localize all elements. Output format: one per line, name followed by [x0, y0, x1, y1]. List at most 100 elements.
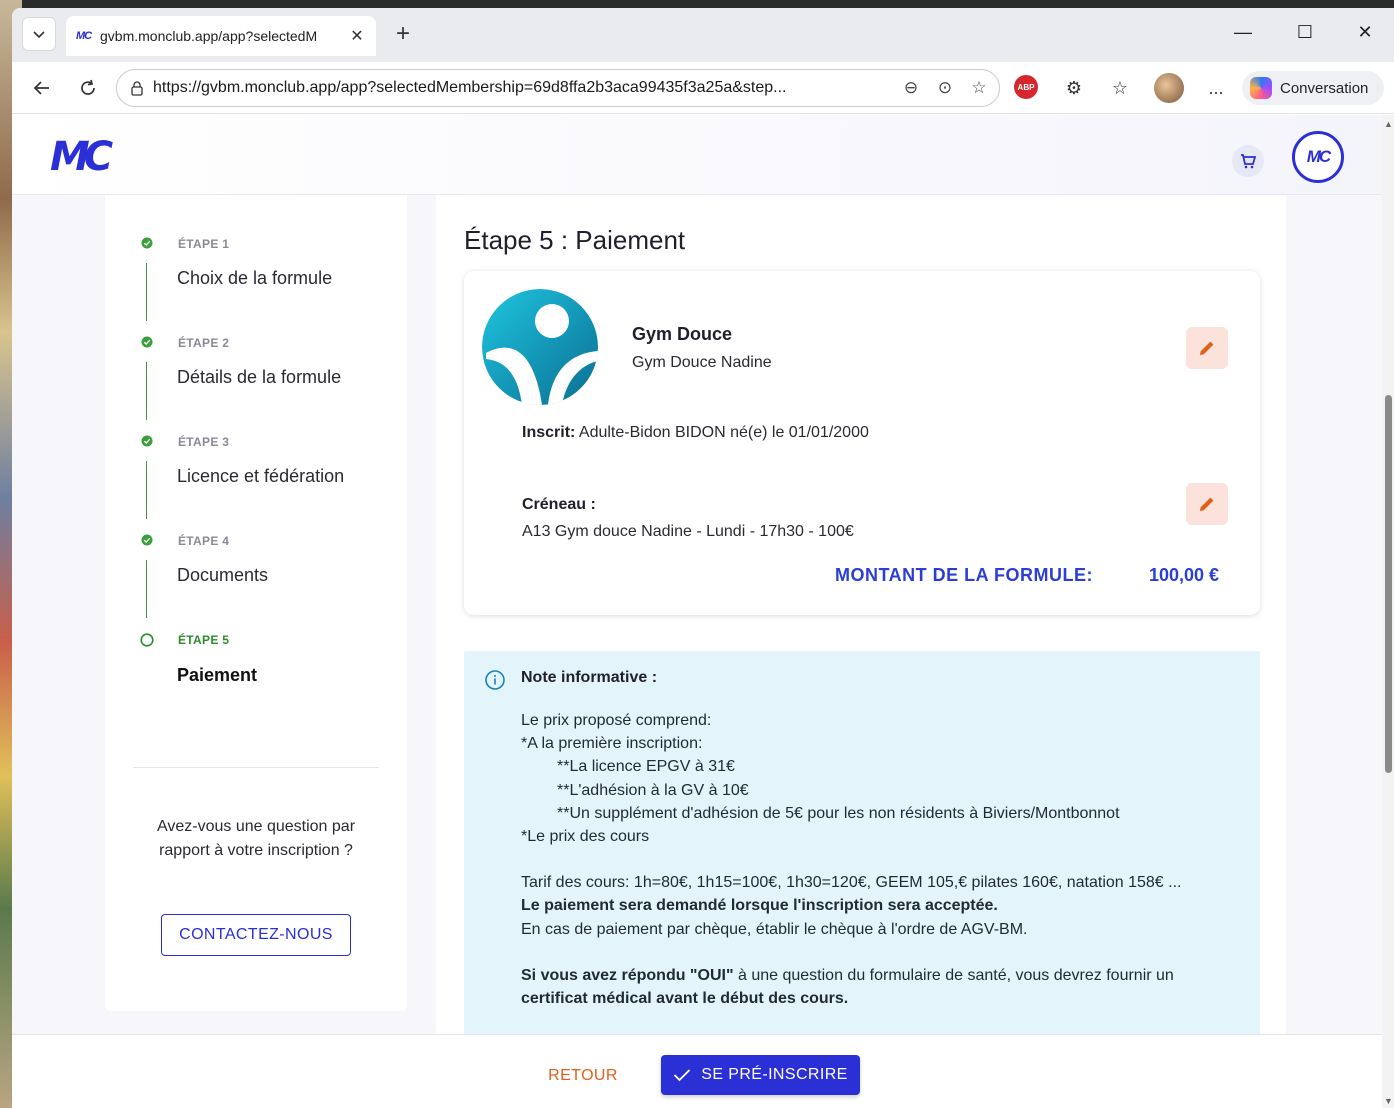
extensions-puzzle-icon[interactable]: ⚙ [1060, 74, 1088, 102]
divider [133, 767, 379, 768]
favorites-list-icon[interactable]: ☆ [1106, 74, 1134, 102]
page-scrollbar[interactable]: ▲ ▼ [1382, 115, 1394, 1108]
edit-slot-button[interactable] [1186, 483, 1228, 525]
note-title: Note informative : [521, 669, 658, 686]
info-note: Note informative : Le prix proposé compr… [464, 651, 1260, 1039]
url-text: https://gvbm.monclub.app/app?selectedMem… [153, 79, 787, 96]
tab-list-button[interactable] [22, 17, 56, 51]
note-bold-text: Si vous avez répondu "OUI" [521, 966, 734, 984]
copilot-icon [1250, 77, 1272, 99]
browser-toolbar: https://gvbm.monclub.app/app?selectedMem… [12, 62, 1394, 114]
check-circle-icon [141, 336, 153, 348]
favorite-star-icon[interactable]: ☆ [967, 76, 991, 100]
note-line: En cas de paiement par chèque, établir l… [521, 920, 1028, 938]
pre-register-button[interactable]: SE PRÉ-INSCRIRE [661, 1055, 860, 1095]
gym-douce-logo [482, 289, 598, 405]
more-menu-icon[interactable]: ... [1202, 74, 1230, 102]
copilot-label: Conversation [1280, 79, 1369, 97]
check-icon [674, 1069, 691, 1082]
note-body: Le prix proposé comprend: *A la première… [521, 709, 1241, 1010]
help-question: Avez-vous une question par rapport à vot… [156, 818, 356, 859]
contact-us-button[interactable]: CONTACTEZ-NOUS [161, 914, 351, 956]
step-label: Détails de la formule [177, 367, 342, 387]
chevron-down-icon [33, 31, 45, 39]
note-line: *A la première inscription: [521, 735, 703, 753]
browser-tab-active[interactable]: MC gvbm.monclub.app/app?selectedM ✕ [66, 16, 376, 56]
check-circle-icon [141, 435, 153, 447]
step-label: Documents [177, 565, 269, 585]
current-step-circle-icon [140, 633, 154, 647]
monclub-logo[interactable]: MC [50, 137, 113, 177]
tab-close-icon[interactable]: ✕ [348, 26, 366, 46]
step-tag: ÉTAPE 2 [178, 336, 230, 350]
lock-icon[interactable] [129, 80, 145, 96]
user-avatar[interactable] [1154, 73, 1184, 103]
formula-summary-card: Gym Douce Gym Douce Nadine Inscrit: Adul… [464, 271, 1260, 615]
page-viewport: MC MC ÉTAPE 1 Choix de la formule ÉTAPE … [12, 115, 1382, 1108]
note-line: certificat médical avant le début des co… [521, 990, 849, 1008]
check-circle-icon [141, 237, 153, 249]
note-spacer [521, 848, 1241, 871]
step-tag: ÉTAPE 3 [178, 435, 230, 449]
slot-value: A13 Gym douce Nadine - Lundi - 17h30 - 1… [522, 523, 854, 540]
step-tag: ÉTAPE 5 [178, 633, 230, 647]
close-window-icon[interactable]: ✕ [1350, 22, 1380, 43]
main-content: Étape 5 : Paiement Gym Douce Gym Douce N… [436, 195, 1286, 1051]
action-bar: RETOUR SE PRÉ-INSCRIRE [12, 1034, 1382, 1108]
edit-formula-button[interactable] [1186, 327, 1228, 369]
back-button[interactable]: RETOUR [542, 1057, 624, 1095]
total-label: MONTANT DE LA FORMULE: [835, 565, 1093, 585]
registrant-label: Inscrit: [522, 424, 576, 441]
browser-window: MC gvbm.monclub.app/app?selectedM ✕ + — … [12, 8, 1394, 1108]
step-connector [146, 263, 147, 321]
activity-name: Gym Douce [632, 324, 733, 344]
zoom-out-icon[interactable]: ⊖ [899, 76, 923, 100]
new-tab-button[interactable]: + [388, 20, 418, 48]
registrant-value: Adulte-Bidon BIDON né(e) le 01/01/2000 [578, 424, 869, 441]
address-bar[interactable]: https://gvbm.monclub.app/app?selectedMem… [116, 69, 1000, 107]
check-circle-icon [141, 534, 153, 546]
note-line: *Le prix des cours [521, 828, 650, 846]
step-label: Choix de la formule [177, 268, 333, 288]
step-tag: ÉTAPE 4 [178, 534, 230, 548]
adblock-extension-icon[interactable]: ABP [1014, 75, 1038, 99]
scroll-thumb[interactable] [1385, 395, 1392, 773]
app-header: MC MC [12, 115, 1382, 195]
note-line: Tarif des cours: 1h=80€, 1h15=100€, 1h30… [521, 874, 1182, 892]
step-label: Licence et fédération [177, 466, 345, 486]
note-line: Le prix proposé comprend: [521, 712, 712, 729]
back-arrow-icon[interactable] [28, 74, 56, 102]
step-connector [146, 560, 147, 618]
note-line: Le paiement sera demandé lorsque l'inscr… [521, 897, 998, 915]
cart-button[interactable] [1232, 145, 1264, 177]
maximize-icon[interactable]: ☐ [1290, 22, 1320, 43]
note-text: à une question du formulaire de santé, v… [733, 966, 1174, 984]
copilot-conversation-button[interactable]: Conversation [1242, 71, 1384, 105]
note-line: **Un supplément d'adhésion de 5€ pour le… [557, 804, 1120, 822]
tab-bar: MC gvbm.monclub.app/app?selectedM ✕ + — … [12, 8, 1394, 62]
site-favicon-icon: MC [76, 30, 92, 42]
reload-icon[interactable] [74, 74, 102, 102]
minimize-icon[interactable]: — [1228, 22, 1258, 43]
step-label: Paiement [177, 665, 258, 685]
scroll-down-arrow-icon[interactable]: ▼ [1384, 1096, 1393, 1106]
address-bar-actions: ⊖ ⊙ ☆ [899, 76, 991, 100]
registrant-info: Inscrit: Adulte-Bidon BIDON né(e) le 01/… [522, 424, 869, 442]
profile-button[interactable]: MC [1292, 131, 1344, 183]
note-line: **La licence EPGV à 31€ [557, 758, 735, 776]
total-amount: 100,00 € [1149, 565, 1220, 585]
page-actions-icon[interactable]: ⊙ [933, 76, 957, 100]
step-connector [146, 461, 147, 519]
pencil-icon [1200, 341, 1214, 355]
info-icon [485, 670, 505, 690]
note-line: **L'adhésion à la GV à 10€ [557, 781, 749, 799]
note-line: Si vous avez répondu "OUI" à une questio… [521, 964, 1241, 987]
page-title: Étape 5 : Paiement [464, 225, 686, 255]
pencil-icon [1200, 497, 1214, 511]
step-tag: ÉTAPE 1 [178, 237, 230, 251]
pre-register-label: SE PRÉ-INSCRIRE [701, 1066, 848, 1083]
step-connector [146, 362, 147, 420]
scroll-up-arrow-icon[interactable]: ▲ [1384, 119, 1393, 129]
slot-label: Créneau : [522, 496, 596, 513]
activity-subtitle: Gym Douce Nadine [632, 354, 772, 371]
